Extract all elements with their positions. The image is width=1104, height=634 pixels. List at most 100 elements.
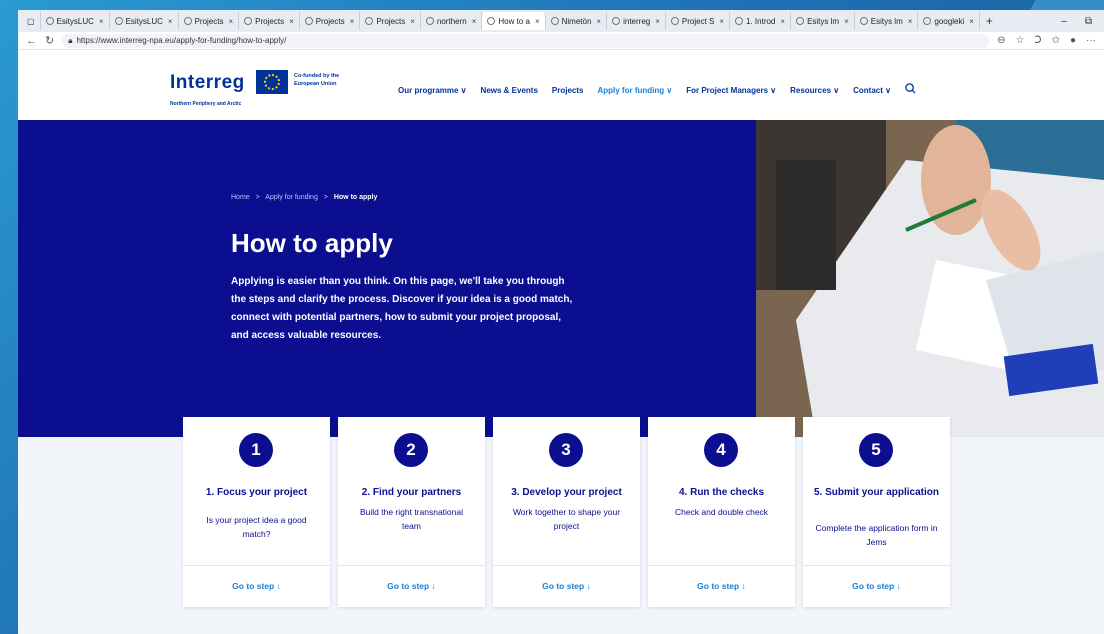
step-number-badge: 4 bbox=[704, 433, 738, 467]
go-to-step-link[interactable]: Go to step ↓ bbox=[493, 581, 640, 591]
close-tab-icon[interactable]: × bbox=[969, 17, 974, 26]
browser-tab[interactable]: EsitysLUC × bbox=[41, 12, 110, 30]
tab-actions-icon[interactable]: ▢ bbox=[22, 12, 41, 30]
close-tab-icon[interactable]: × bbox=[908, 17, 913, 26]
step-title: 1. Focus your project bbox=[205, 487, 308, 498]
step-description: Complete the application form in Jems bbox=[815, 523, 938, 547]
tab-label: googleki bbox=[934, 16, 965, 26]
tab-label: 1. Introd bbox=[746, 16, 776, 26]
close-tab-icon[interactable]: × bbox=[350, 17, 355, 26]
new-tab-button[interactable]: + bbox=[980, 14, 999, 28]
tab-label: Esitys lm bbox=[870, 16, 903, 26]
step-description: Build the right transnational team bbox=[359, 507, 463, 531]
nav-item[interactable]: News & Events bbox=[481, 86, 538, 95]
lock-icon: 🔒︎ bbox=[68, 35, 73, 45]
go-to-step-link[interactable]: Go to step ↓ bbox=[183, 581, 330, 591]
close-tab-icon[interactable]: × bbox=[99, 17, 104, 26]
tab-label: EsitysLUC bbox=[125, 16, 163, 26]
more-icon[interactable]: ··· bbox=[1086, 35, 1096, 46]
breadcrumb-separator: > bbox=[323, 194, 328, 201]
step-card: 1 1. Focus your project Is your project id… bbox=[183, 417, 330, 607]
close-tab-icon[interactable]: × bbox=[168, 17, 173, 26]
step-number-badge: 1 bbox=[239, 433, 273, 467]
close-tab-icon[interactable]: × bbox=[289, 17, 294, 26]
eu-flag-icon bbox=[256, 70, 288, 94]
close-tab-icon[interactable]: × bbox=[596, 17, 601, 26]
tab-label: Project S bbox=[681, 16, 715, 26]
step-title: 3. Develop your project bbox=[511, 487, 622, 498]
reading-icon[interactable]: Ↄ bbox=[1035, 35, 1042, 46]
breadcrumb-home[interactable]: Home bbox=[231, 194, 250, 201]
address-bar[interactable]: 🔒︎ https://www.interreg-npa.eu/apply-for… bbox=[62, 33, 990, 48]
go-to-step-link[interactable]: Go to step ↓ bbox=[803, 581, 950, 591]
card-divider bbox=[338, 565, 485, 566]
favicon-icon bbox=[735, 17, 744, 25]
browser-tab[interactable]: Projects × bbox=[179, 12, 240, 30]
go-to-step-link[interactable]: Go to step ↓ bbox=[648, 581, 795, 591]
tab-label: EsitysLUC bbox=[56, 16, 94, 26]
browser-tab[interactable]: Project S × bbox=[666, 12, 731, 30]
step-number-badge: 2 bbox=[394, 433, 428, 467]
step-number-badge: 3 bbox=[549, 433, 583, 467]
tab-label: Esitys lm bbox=[807, 16, 840, 26]
hero-intro: Applying is easier than you think. On th… bbox=[231, 276, 573, 341]
close-tab-icon[interactable]: × bbox=[410, 17, 415, 26]
profile-icon[interactable]: ● bbox=[1070, 35, 1076, 46]
go-to-step-link[interactable]: Go to step ↓ bbox=[338, 581, 485, 591]
close-tab-icon[interactable]: × bbox=[719, 17, 724, 26]
browser-tab[interactable]: Esitys lm × bbox=[791, 12, 855, 30]
nav-item[interactable]: Apply for funding ∨ bbox=[597, 86, 672, 95]
nav-item[interactable]: Our programme ∨ bbox=[398, 86, 467, 95]
url-text: https://www.interreg-npa.eu/apply-for-fu… bbox=[76, 36, 287, 45]
close-tab-icon[interactable]: × bbox=[844, 17, 849, 26]
step-title: 5. Submit your application bbox=[813, 487, 939, 498]
address-bar-row: ← ↻ 🔒︎ https://www.interreg-npa.eu/apply… bbox=[18, 32, 1104, 50]
favicon-icon bbox=[183, 17, 192, 25]
favicon-icon bbox=[425, 17, 434, 25]
main-navigation: Our programme ∨ News & Events Projects Appl… bbox=[398, 83, 916, 97]
tab-bar: ▢ EsitysLUC × EsitysLUC × Projects × Projects ×… bbox=[18, 10, 1104, 32]
favicon-icon bbox=[859, 17, 868, 25]
back-icon[interactable]: ← bbox=[26, 35, 37, 47]
nav-item[interactable]: Projects bbox=[552, 86, 584, 95]
step-card: 5 5. Submit your application Complete the … bbox=[803, 417, 950, 607]
interreg-logo[interactable]: Interreg bbox=[170, 72, 245, 94]
close-tab-icon[interactable]: × bbox=[472, 17, 477, 26]
favorites-icon[interactable]: ✩ bbox=[1052, 35, 1060, 46]
browser-tab[interactable]: googleki × bbox=[918, 12, 980, 30]
hero-section: Home > Apply for funding > How to apply … bbox=[18, 120, 756, 437]
hero-photo bbox=[756, 120, 1104, 437]
favorite-star-icon[interactable]: ☆ bbox=[1016, 35, 1025, 46]
browser-tab[interactable]: northern × bbox=[421, 12, 483, 30]
close-tab-icon[interactable]: × bbox=[535, 17, 540, 26]
nav-item[interactable]: For Project Managers ∨ bbox=[686, 86, 776, 95]
close-tab-icon[interactable]: × bbox=[780, 17, 785, 26]
card-divider bbox=[493, 565, 640, 566]
favicon-icon bbox=[244, 17, 253, 25]
browser-tab[interactable]: Projects × bbox=[360, 12, 421, 30]
browser-tab[interactable]: Projects × bbox=[300, 12, 361, 30]
close-tab-icon[interactable]: × bbox=[655, 17, 660, 26]
tab-label: Projects bbox=[376, 16, 406, 26]
close-tab-icon[interactable]: × bbox=[229, 17, 234, 26]
browser-tab[interactable]: interreg × bbox=[607, 12, 666, 30]
search-icon[interactable] bbox=[905, 83, 916, 97]
browser-tab[interactable]: Esitys lm × bbox=[855, 12, 919, 30]
browser-tab[interactable]: Projects × bbox=[239, 12, 300, 30]
minimize-icon[interactable]: – bbox=[1061, 16, 1067, 27]
restore-icon[interactable]: ⧉ bbox=[1085, 16, 1092, 27]
card-divider bbox=[183, 565, 330, 566]
breadcrumb-current: How to apply bbox=[333, 194, 378, 201]
refresh-icon[interactable]: ↻ bbox=[45, 34, 54, 47]
nav-item[interactable]: Resources ∨ bbox=[790, 86, 839, 95]
zoom-icon[interactable]: ⊖ bbox=[997, 35, 1005, 46]
breadcrumb-apply[interactable]: Apply for funding bbox=[265, 194, 318, 201]
favicon-icon bbox=[487, 17, 496, 25]
browser-tab[interactable]: 1. Introd × bbox=[730, 12, 792, 30]
nav-item[interactable]: Contact ∨ bbox=[853, 86, 891, 95]
browser-tab[interactable]: Nimetön × bbox=[546, 12, 608, 30]
tab-label: Projects bbox=[194, 16, 224, 26]
browser-tab[interactable]: How to a × bbox=[482, 12, 546, 30]
browser-tab[interactable]: EsitysLUC × bbox=[110, 12, 179, 30]
programme-subtitle: Northern Periphery and Arctic bbox=[170, 101, 242, 107]
